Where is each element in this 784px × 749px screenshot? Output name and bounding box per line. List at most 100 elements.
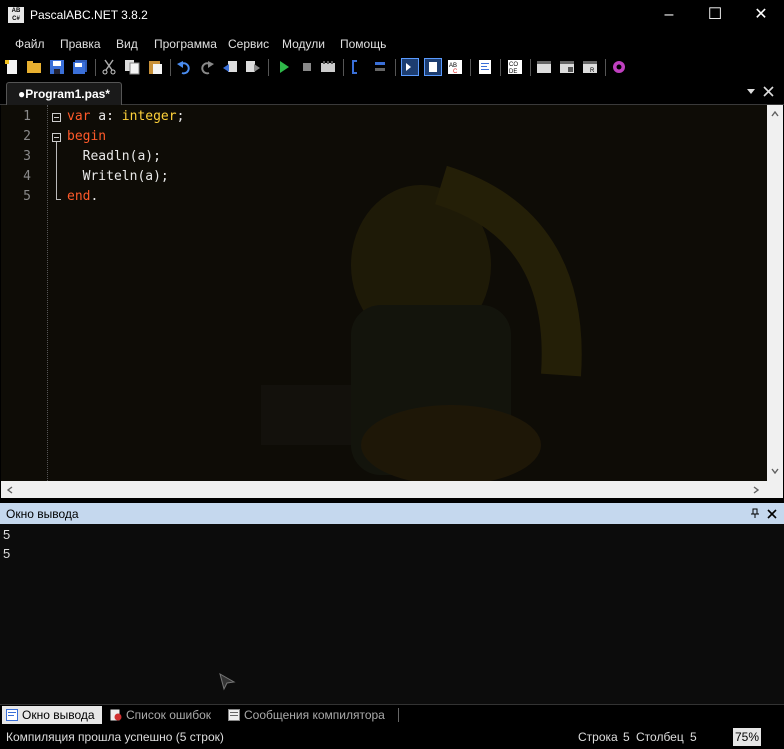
window-3-icon[interactable]: R [582,59,598,75]
line-number: 1 [23,109,31,124]
open-folder-icon[interactable] [26,59,42,75]
toolbar-separator [343,59,344,76]
fold-guide-end [56,199,61,200]
horizontal-scrollbar[interactable] [1,481,767,498]
menu-program[interactable]: Программа [154,37,217,51]
settings-gear-icon[interactable] [611,59,627,75]
code-editor[interactable]: 1 2 3 4 5 var a: integer; begin Readln(a… [1,105,767,481]
svg-text:R: R [590,68,595,74]
menu-bar: Файл Правка Вид Программа Сервис Модули … [0,32,784,54]
code-line-5: end. [67,189,99,204]
navigate-back-icon[interactable] [222,59,238,75]
status-col-value: 5 [690,730,697,744]
toolbar: AB C CO DE R [0,55,784,79]
menu-service[interactable]: Сервис [228,37,269,51]
output-line: 5 [3,527,11,542]
fold-toggle-icon[interactable] [52,133,61,142]
debug-step-into-icon[interactable] [372,59,388,75]
tab-compiler-messages-label: Сообщения компилятора [244,708,385,722]
tab-output-window-label: Окно вывода [22,708,95,722]
tab-output-window[interactable]: Окно вывода [2,706,102,724]
bottom-tab-strip: Окно вывода Список ошибок Сообщения комп… [0,704,784,725]
output-window-icon[interactable] [401,58,419,76]
menu-help[interactable]: Помощь [340,37,386,51]
spell-icon[interactable]: ABC [447,59,463,75]
paste-icon[interactable] [147,59,163,75]
close-tab-icon[interactable] [763,86,774,97]
debug-step-icon[interactable] [349,59,365,75]
output-console[interactable]: 5 5 [0,524,784,704]
fold-guide-line [56,142,57,200]
error-list-icon [110,709,122,721]
status-col-label: Столбец [636,730,684,744]
stop-icon[interactable] [299,59,315,75]
undo-icon[interactable] [176,59,192,75]
vertical-scrollbar[interactable] [767,105,783,481]
background-watermark-image [261,165,582,481]
copy-icon[interactable] [124,59,140,75]
fold-toggle-icon[interactable] [52,113,61,122]
output-line: 5 [3,546,11,561]
mouse-cursor-icon [219,672,236,691]
new-file-icon[interactable] [4,59,20,75]
toolbar-separator [95,59,96,76]
scroll-right-icon[interactable] [753,486,759,494]
scroll-up-icon[interactable] [771,111,779,117]
document-tab-strip: ●Program1.pas* [0,80,784,105]
output-panel-header: Окно вывода [0,503,784,524]
text-icon[interactable] [424,58,442,76]
scrollbar-corner [767,481,783,498]
save-icon[interactable] [49,59,65,75]
code-icon[interactable]: CODE [507,59,523,75]
line-number: 4 [23,169,31,184]
svg-text:C: C [453,69,458,75]
code-line-4: Writeln(a); [67,169,169,184]
format-icon[interactable] [477,59,493,75]
status-row-label: Строка [578,730,618,744]
window-1-icon[interactable] [536,59,552,75]
toolbar-separator [470,59,471,76]
tab-error-list[interactable]: Список ошибок [106,706,224,724]
maximize-button[interactable]: ☐ [692,0,738,32]
code-line-3: Readln(a); [67,149,161,164]
run-icon[interactable] [276,59,292,75]
line-number: 2 [23,129,31,144]
svg-text:DE: DE [509,69,517,75]
tab-compiler-messages[interactable]: Сообщения компилятора [224,706,400,724]
pin-icon[interactable] [750,508,760,519]
compile-icon[interactable] [320,59,336,75]
tab-separator [398,708,399,722]
toolbar-separator [170,59,171,76]
toolbar-separator [605,59,606,76]
cut-icon[interactable] [101,59,117,75]
toolbar-separator [530,59,531,76]
output-window-icon [6,709,18,721]
toolbar-separator [268,59,269,76]
toolbar-separator [395,59,396,76]
tab-program1[interactable]: ●Program1.pas* [6,82,122,105]
window-2-icon[interactable] [559,59,575,75]
navigate-forward-icon[interactable] [245,59,261,75]
menu-edit[interactable]: Правка [60,37,101,51]
menu-modules[interactable]: Модули [282,37,325,51]
code-line-2: begin [67,129,107,144]
output-panel-title: Окно вывода [6,507,79,521]
menu-file[interactable]: Файл [15,37,45,51]
window-title: PascalABC.NET 3.8.2 [30,8,148,22]
zoom-level[interactable]: 75% [733,728,761,746]
redo-icon[interactable] [199,59,215,75]
close-window-button[interactable]: ✕ [738,0,784,32]
line-number: 3 [23,149,31,164]
scroll-down-icon[interactable] [771,468,779,474]
status-bar: Компиляция прошла успешно (5 строк) Стро… [0,726,784,749]
code-line-1: var a: integer; [67,109,185,124]
scroll-left-icon[interactable] [7,486,13,494]
tab-list-dropdown-icon[interactable] [746,88,756,96]
save-all-icon[interactable] [72,59,88,75]
compiler-messages-icon [228,709,240,721]
line-number: 5 [23,189,31,204]
app-logo-icon: AB C# [8,7,24,23]
close-panel-icon[interactable] [767,509,777,519]
menu-view[interactable]: Вид [116,37,138,51]
minimize-button[interactable]: – [646,0,692,32]
